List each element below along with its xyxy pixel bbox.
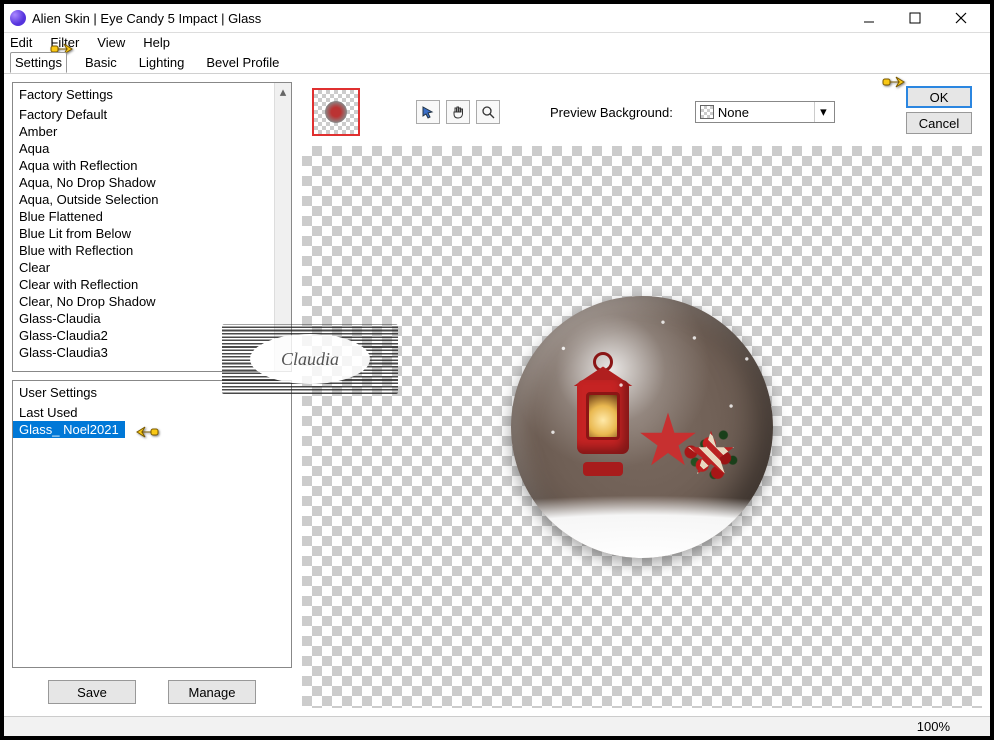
list-item[interactable]: Aqua with Reflection (13, 157, 291, 174)
titlebar: Alien Skin | Eye Candy 5 Impact | Glass (4, 4, 990, 33)
window-controls (846, 4, 984, 32)
tab-lighting[interactable]: Lighting (135, 53, 189, 72)
list-item[interactable]: Clear, No Drop Shadow (13, 293, 291, 310)
tab-bevel-profile[interactable]: Bevel Profile (202, 53, 283, 72)
list-item[interactable]: Glass-Claudia2 (13, 327, 291, 344)
tab-basic[interactable]: Basic (81, 53, 121, 72)
preview-toolbar: Preview Background: None ▾ (302, 82, 982, 142)
list-item[interactable]: Last Used (13, 404, 291, 421)
factory-settings-list[interactable]: Factory Settings Factory Default Amber A… (12, 82, 292, 372)
preview-image (511, 296, 773, 558)
preview-bg-value: None (718, 105, 749, 120)
menu-help[interactable]: Help (143, 35, 170, 50)
dialog-buttons: OK Cancel (906, 86, 972, 134)
menubar: Edit Filter View Help (4, 33, 990, 52)
chevron-down-icon: ▾ (814, 102, 832, 122)
scroll-up-icon[interactable]: ▴ (275, 83, 291, 100)
close-button[interactable] (938, 4, 984, 32)
list-item[interactable]: Clear with Reflection (13, 276, 291, 293)
save-button[interactable]: Save (48, 680, 136, 704)
preview-panel: OK Cancel Preview Background: None ▾ (302, 82, 982, 708)
app-window: Alien Skin | Eye Candy 5 Impact | Glass … (0, 0, 994, 740)
zoom-level: 100% (917, 719, 950, 734)
zoom-tool-icon[interactable] (476, 100, 500, 124)
hand-tool-icon[interactable] (446, 100, 470, 124)
settings-panel: Factory Settings Factory Default Amber A… (12, 82, 292, 708)
user-settings-list[interactable]: User Settings Last Used Glass_ Noel2021 (12, 380, 292, 668)
menu-filter[interactable]: Filter (50, 35, 79, 50)
minimize-button[interactable] (846, 4, 892, 32)
list-item[interactable]: Blue with Reflection (13, 242, 291, 259)
list-item[interactable]: Amber (13, 123, 291, 140)
list-item[interactable]: Clear (13, 259, 291, 276)
ok-button[interactable]: OK (906, 86, 972, 108)
list-item[interactable]: Glass-Claudia (13, 310, 291, 327)
scrollbar[interactable]: ▴ (274, 83, 291, 371)
user-header: User Settings (13, 383, 291, 404)
factory-header: Factory Settings (13, 85, 291, 106)
settings-button-row: Save Manage (12, 676, 292, 708)
list-item[interactable]: Glass-Claudia3 (13, 344, 291, 361)
preview-bg-label: Preview Background: (550, 105, 673, 120)
menu-view[interactable]: View (97, 35, 125, 50)
list-item[interactable]: Blue Flattened (13, 208, 291, 225)
maximize-button[interactable] (892, 4, 938, 32)
menu-edit[interactable]: Edit (10, 35, 32, 50)
preview-bg-dropdown[interactable]: None ▾ (695, 101, 835, 123)
pointer-tool-icon[interactable] (416, 100, 440, 124)
transparency-swatch-icon (700, 105, 714, 119)
list-item[interactable]: Aqua, No Drop Shadow (13, 174, 291, 191)
window-title: Alien Skin | Eye Candy 5 Impact | Glass (32, 11, 846, 26)
list-item[interactable]: Blue Lit from Below (13, 225, 291, 242)
app-icon (10, 10, 26, 26)
list-item-selected[interactable]: Glass_ Noel2021 (13, 421, 125, 438)
tool-buttons (416, 100, 500, 124)
tabbar: Settings Basic Lighting Bevel Profile (4, 52, 990, 74)
tab-settings[interactable]: Settings (10, 52, 67, 73)
list-item[interactable]: Aqua (13, 140, 291, 157)
preview-canvas[interactable] (302, 146, 982, 708)
statusbar: 100% (4, 716, 990, 736)
content-area: Factory Settings Factory Default Amber A… (4, 74, 990, 716)
manage-button[interactable]: Manage (168, 680, 256, 704)
list-item[interactable]: Factory Default (13, 106, 291, 123)
list-item[interactable]: Aqua, Outside Selection (13, 191, 291, 208)
thumbnail[interactable] (312, 88, 360, 136)
cancel-button[interactable]: Cancel (906, 112, 972, 134)
